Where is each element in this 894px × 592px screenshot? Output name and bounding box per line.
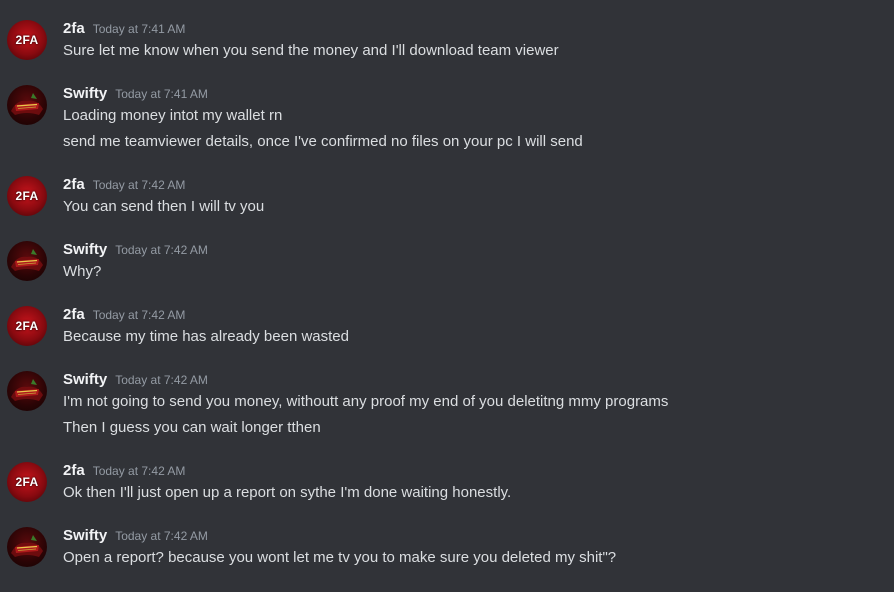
swifty-logo-icon [11, 249, 43, 271]
timestamp[interactable]: Today at 7:42 AM [93, 464, 186, 478]
username[interactable]: Swifty [63, 527, 107, 544]
timestamp[interactable]: Today at 7:42 AM [93, 308, 186, 322]
username[interactable]: 2fa [63, 462, 85, 479]
avatar-2fa-logo-text: 2FA [15, 33, 39, 47]
message-text: Then I guess you can wait longer tthen [63, 419, 321, 436]
swifty-logo-icon [11, 535, 43, 557]
message-header: 2fa Today at 7:42 AM [63, 306, 185, 326]
message-header: Swifty Today at 7:42 AM [63, 371, 208, 391]
avatar[interactable] [7, 527, 47, 567]
timestamp[interactable]: Today at 7:42 AM [115, 243, 208, 257]
avatar[interactable]: 2FA [7, 462, 47, 502]
timestamp[interactable]: Today at 7:42 AM [115, 529, 208, 543]
message-text: You can send then I will tv you [63, 198, 265, 215]
message-header: 2fa Today at 7:41 AM [63, 20, 185, 40]
timestamp[interactable]: Today at 7:42 AM [93, 178, 186, 192]
message-header: 2fa Today at 7:42 AM [63, 462, 185, 482]
message-text: Ok then I'll just open up a report on sy… [63, 484, 512, 501]
avatar[interactable] [7, 241, 47, 281]
chat-message-list: 2FA 2fa Today at 7:41 AM Sure let me kno… [0, 0, 894, 592]
avatar[interactable]: 2FA [7, 306, 47, 346]
username[interactable]: Swifty [63, 371, 107, 388]
username[interactable]: 2fa [63, 306, 85, 323]
username[interactable]: Swifty [63, 85, 107, 102]
timestamp[interactable]: Today at 7:41 AM [115, 87, 208, 101]
avatar[interactable]: 2FA [7, 176, 47, 216]
avatar[interactable] [7, 85, 47, 125]
message-header: Swifty Today at 7:41 AM [63, 85, 208, 105]
message-header: Swifty Today at 7:42 AM [63, 527, 208, 547]
avatar-2fa-logo-text: 2FA [15, 189, 39, 203]
swifty-logo-icon [11, 379, 43, 401]
timestamp[interactable]: Today at 7:42 AM [115, 373, 208, 387]
avatar[interactable] [7, 371, 47, 411]
message-header: Swifty Today at 7:42 AM [63, 241, 208, 261]
message-text: send me teamviewer details, once I've co… [63, 133, 583, 150]
message-text: Why? [63, 263, 102, 280]
swifty-logo-icon [11, 93, 43, 115]
timestamp[interactable]: Today at 7:41 AM [93, 22, 186, 36]
message-text: I'm not going to send you money, without… [63, 393, 669, 410]
message-text: Sure let me know when you send the money… [63, 42, 559, 59]
message-text: Loading money intot my wallet rn [63, 107, 283, 124]
message-text: Because my time has already been wasted [63, 328, 349, 345]
avatar[interactable]: 2FA [7, 20, 47, 60]
avatar-2fa-logo-text: 2FA [15, 319, 39, 333]
username[interactable]: Swifty [63, 241, 107, 258]
message-header: 2fa Today at 7:42 AM [63, 176, 185, 196]
message-text: Open a report? because you wont let me t… [63, 549, 617, 566]
avatar-2fa-logo-text: 2FA [15, 475, 39, 489]
username[interactable]: 2fa [63, 20, 85, 37]
username[interactable]: 2fa [63, 176, 85, 193]
